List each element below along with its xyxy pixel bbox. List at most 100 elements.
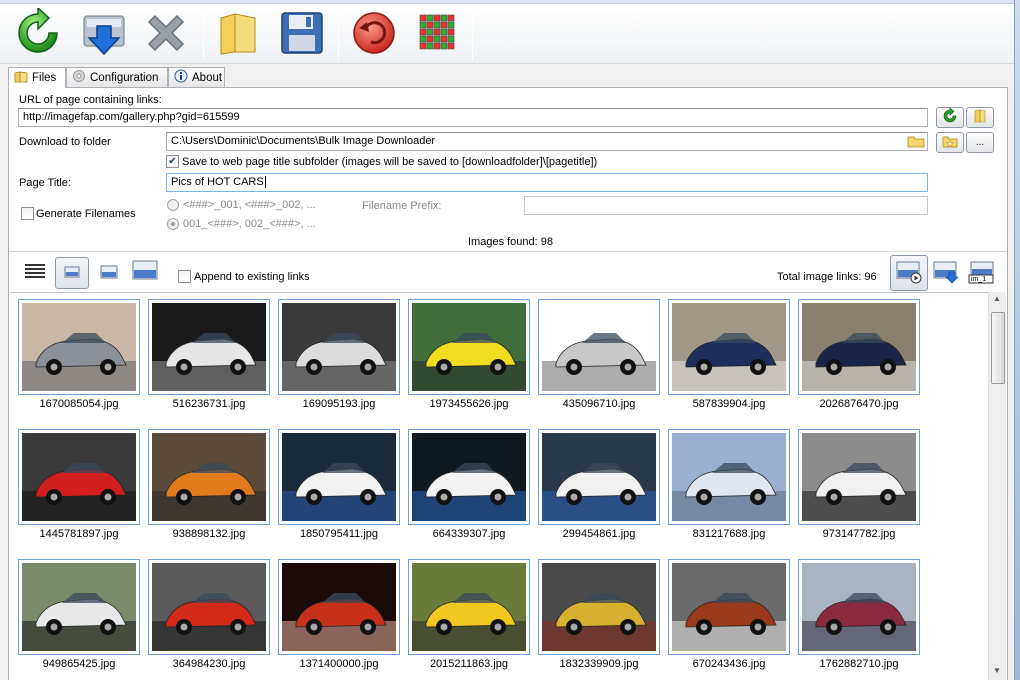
thumbnail-item[interactable]: 435096710.jpg <box>538 299 660 417</box>
thumbnail-frame <box>668 429 790 525</box>
play-queue-button[interactable] <box>890 255 928 291</box>
thumbnail-item[interactable]: 364984230.jpg <box>148 559 270 677</box>
thumbnail-image <box>22 303 136 391</box>
folder-icon <box>14 71 28 86</box>
pattern-prefix-radio[interactable] <box>167 218 179 230</box>
grid-icon <box>418 13 458 56</box>
thumbnail-frame <box>148 429 270 525</box>
fetch-url-button[interactable] <box>936 107 964 128</box>
thumbnail-filename: 169095193.jpg <box>302 398 376 410</box>
refresh-button[interactable] <box>10 5 66 61</box>
thumbnail-item[interactable]: 2026876470.jpg <box>798 299 920 417</box>
thumbnail-grid-button[interactable] <box>410 7 466 61</box>
url-input[interactable]: http://imagefap.com/gallery.php?gid=6155… <box>18 108 928 127</box>
cancel-button[interactable] <box>138 7 194 61</box>
thumbnail-item[interactable]: 938898132.jpg <box>148 429 270 547</box>
thumbnail-item[interactable]: 587839904.jpg <box>668 299 790 417</box>
thumbnail-image <box>152 303 266 391</box>
folder-icon <box>972 108 988 127</box>
thumbnail-item[interactable]: 973147782.jpg <box>798 429 920 547</box>
save-button[interactable] <box>274 7 330 61</box>
thumbnail-item[interactable]: 949865425.jpg <box>18 559 140 677</box>
thumbnail-image <box>22 433 136 521</box>
thumbnail-item[interactable]: 169095193.jpg <box>278 299 400 417</box>
subfolder-label: Save to web page title subfolder (images… <box>182 156 598 168</box>
page-title-value: Pics of HOT CARS <box>171 176 264 188</box>
thumbnail-filename: 1832339909.jpg <box>559 658 639 670</box>
append-links-checkbox[interactable] <box>178 270 191 283</box>
rename-thumbnail-button[interactable]: im_1 <box>964 255 1000 291</box>
medium-thumbnails-button[interactable] <box>92 257 126 289</box>
thumbnail-item[interactable]: 1762882710.jpg <box>798 559 920 677</box>
toolbar-separator <box>203 8 204 60</box>
thumbnail-item[interactable]: 1371400000.jpg <box>278 559 400 677</box>
rename-thumbnail-icon: im_1 <box>967 260 997 286</box>
thumbnail-item[interactable]: 1850795411.jpg <box>278 429 400 547</box>
folder-options-label: ... <box>975 137 985 148</box>
download-icon <box>79 8 129 61</box>
thumbnail-image <box>672 303 786 391</box>
list-view-button[interactable] <box>18 257 52 289</box>
thumbnail-filename: 670243436.jpg <box>692 658 766 670</box>
thumbnail-image <box>412 563 526 651</box>
folder-options-button[interactable]: ... <box>966 132 994 153</box>
tab-about[interactable]: About <box>168 67 225 87</box>
append-links-label: Append to existing links <box>194 271 310 283</box>
thumbnail-frame <box>538 429 660 525</box>
thumbnail-item[interactable]: 1670085054.jpg <box>18 299 140 417</box>
scroll-down-arrow[interactable]: ▼ <box>993 666 1001 675</box>
thumbnail-item[interactable]: 1973455626.jpg <box>408 299 530 417</box>
thumbnail-frame <box>278 559 400 655</box>
thumbnail-frame <box>18 299 140 395</box>
favorite-folder-button[interactable] <box>936 132 964 153</box>
thumbnail-image <box>412 433 526 521</box>
thumbnail-filename: 949865425.jpg <box>42 658 116 670</box>
text-caret <box>264 176 266 188</box>
thumbnail-image <box>672 563 786 651</box>
scroll-thumb[interactable] <box>991 312 1005 384</box>
thumbnail-item[interactable]: 299454861.jpg <box>538 429 660 547</box>
thumbnail-frame <box>798 429 920 525</box>
thumbnail-item[interactable]: 1445781897.jpg <box>18 429 140 547</box>
small-thumbnails-button[interactable] <box>55 257 89 289</box>
thumbnail-frame <box>408 299 530 395</box>
large-thumbnails-button[interactable] <box>128 255 162 287</box>
cancel-icon <box>141 8 191 61</box>
generate-filenames-checkbox[interactable] <box>21 207 34 220</box>
thumbnail-image <box>542 433 656 521</box>
thumbnail-frame <box>18 559 140 655</box>
thumbnail-image <box>802 433 916 521</box>
page-title-input[interactable]: Pics of HOT CARS <box>166 173 928 192</box>
total-links-status: Total image links: 96 <box>777 271 877 283</box>
thumbnail-filename: 1762882710.jpg <box>819 658 899 670</box>
pattern-suffix-radio[interactable] <box>167 199 179 211</box>
vertical-scrollbar[interactable]: ▲ ▼ <box>988 292 1006 680</box>
play-queue-icon <box>895 260 923 287</box>
subfolder-checkbox[interactable]: ✔ <box>166 155 179 168</box>
download-folder-label: Download to folder <box>19 136 111 148</box>
list-view-icon <box>24 263 46 284</box>
filename-prefix-input[interactable] <box>524 196 928 215</box>
thumbnail-frame <box>18 429 140 525</box>
thumbnail-frame <box>148 299 270 395</box>
thumbnail-item[interactable]: 2015211863.jpg <box>408 559 530 677</box>
thumbnail-image <box>152 563 266 651</box>
open-folder-button[interactable] <box>210 7 266 61</box>
thumbnail-item[interactable]: 664339307.jpg <box>408 429 530 547</box>
undo-icon <box>349 8 399 61</box>
download-folder-input[interactable]: C:\Users\Dominic\Documents\Bulk Image Do… <box>166 132 928 151</box>
thumbnail-image <box>282 303 396 391</box>
open-url-folder-button[interactable] <box>966 107 994 128</box>
queue-download-button[interactable] <box>928 255 964 291</box>
download-button[interactable] <box>76 7 132 61</box>
tab-configuration[interactable]: Configuration <box>66 67 168 87</box>
thumbnail-item[interactable]: 670243436.jpg <box>668 559 790 677</box>
scroll-up-arrow[interactable]: ▲ <box>993 294 1001 303</box>
thumbnail-item[interactable]: 1832339909.jpg <box>538 559 660 677</box>
browse-folder-icon[interactable] <box>907 134 925 151</box>
tab-files[interactable]: Files <box>8 67 66 88</box>
thumbnail-frame <box>408 559 530 655</box>
undo-button[interactable] <box>346 7 402 61</box>
thumbnail-item[interactable]: 831217688.jpg <box>668 429 790 547</box>
thumbnail-item[interactable]: 516236731.jpg <box>148 299 270 417</box>
